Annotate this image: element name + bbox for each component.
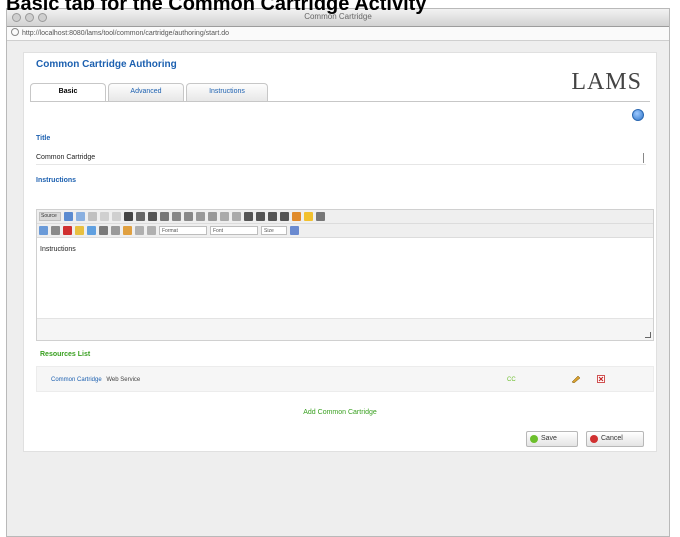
- logo-text: LAMS: [571, 69, 642, 95]
- editor-content-text: Instructions: [40, 246, 76, 253]
- cancel-button-label: Cancel: [601, 435, 623, 442]
- link-icon[interactable]: [39, 226, 48, 235]
- edit-pencil-icon[interactable]: [571, 375, 581, 383]
- address-bar[interactable]: http://localhost:8080/lams/tool/common/c…: [7, 27, 669, 41]
- unlink-icon[interactable]: [51, 226, 60, 235]
- align-center-icon[interactable]: [256, 212, 265, 221]
- title-label: Title: [36, 135, 51, 142]
- format-select[interactable]: Format: [159, 226, 207, 235]
- strikethrough-icon[interactable]: [160, 212, 169, 221]
- cancel-button[interactable]: Cancel: [586, 431, 644, 447]
- url-text[interactable]: http://localhost:8080/lams/tool/common/c…: [22, 30, 229, 37]
- special-char-icon[interactable]: [135, 226, 144, 235]
- outdent-icon[interactable]: [220, 212, 229, 221]
- page-break-icon[interactable]: [147, 226, 156, 235]
- resource-type: Web Service: [106, 377, 141, 383]
- flash-icon[interactable]: [87, 226, 96, 235]
- align-right-icon[interactable]: [268, 212, 277, 221]
- bold-icon[interactable]: [124, 212, 133, 221]
- text-caret: [643, 153, 644, 163]
- redo-icon[interactable]: [112, 212, 121, 221]
- tab-instructions[interactable]: Instructions: [186, 83, 268, 101]
- editor-status-bar: [37, 318, 653, 340]
- tab-basic[interactable]: Basic: [30, 83, 106, 102]
- resource-type-badge: CC: [507, 377, 516, 383]
- indent-icon[interactable]: [232, 212, 241, 221]
- bullet-list-icon[interactable]: [208, 212, 217, 221]
- app-title: Common Cartridge Authoring: [36, 59, 177, 70]
- font-select[interactable]: Font: [210, 226, 258, 235]
- numbered-list-icon[interactable]: [196, 212, 205, 221]
- editor-toolbar-row-2: Format Font Size: [37, 224, 653, 238]
- table-icon[interactable]: [99, 226, 108, 235]
- image-icon[interactable]: [75, 226, 84, 235]
- editor-content-area[interactable]: Instructions: [37, 244, 653, 314]
- resources-section: Resources List Common Cartridge Web Serv…: [36, 349, 654, 399]
- delete-icon[interactable]: [597, 375, 605, 383]
- resource-name[interactable]: Common Cartridge: [51, 377, 102, 383]
- remove-format-icon[interactable]: [316, 212, 325, 221]
- resources-list-label: Resources List: [40, 351, 91, 358]
- background-color-icon[interactable]: [304, 212, 313, 221]
- source-button[interactable]: Source: [39, 212, 61, 221]
- cancel-x-icon: [590, 435, 598, 443]
- rich-text-editor[interactable]: Source Format Font Size Instructions: [36, 209, 654, 341]
- save-button-label: Save: [541, 435, 557, 442]
- tab-advanced[interactable]: Advanced: [108, 83, 184, 101]
- resize-handle-icon[interactable]: [645, 332, 651, 338]
- instructions-label: Instructions: [36, 177, 77, 184]
- smiley-icon[interactable]: [123, 226, 132, 235]
- globe-icon: [11, 28, 19, 36]
- help-icon[interactable]: [632, 109, 644, 121]
- editor-toolbar-row-1: Source: [37, 210, 653, 224]
- save-check-icon: [530, 435, 538, 443]
- lams-logo: LAMS: [571, 69, 642, 96]
- new-page-icon[interactable]: [76, 212, 85, 221]
- size-select[interactable]: Size: [261, 226, 287, 235]
- align-left-icon[interactable]: [244, 212, 253, 221]
- anchor-icon[interactable]: [63, 226, 72, 235]
- save-button[interactable]: Save: [526, 431, 578, 447]
- save-doc-icon[interactable]: [64, 212, 73, 221]
- subscript-icon[interactable]: [172, 212, 181, 221]
- authoring-panel: Common Cartridge Authoring LAMS Basic Ad…: [23, 52, 657, 452]
- title-input[interactable]: Common Cartridge: [36, 151, 646, 165]
- preview-icon[interactable]: [88, 212, 97, 221]
- underline-icon[interactable]: [148, 212, 157, 221]
- superscript-icon[interactable]: [184, 212, 193, 221]
- browser-window: Common Cartridge http://localhost:8080/l…: [6, 8, 670, 537]
- add-common-cartridge-link[interactable]: Add Common Cartridge: [24, 409, 656, 416]
- tab-bar: Basic Advanced Instructions: [30, 83, 270, 102]
- horizontal-rule-icon[interactable]: [111, 226, 120, 235]
- italic-icon[interactable]: [136, 212, 145, 221]
- page-heading: Basic tab for the Common Cartridge Activ…: [6, 0, 427, 15]
- align-justify-icon[interactable]: [280, 212, 289, 221]
- title-value: Common Cartridge: [36, 154, 96, 161]
- page-viewport: Common Cartridge Authoring LAMS Basic Ad…: [7, 42, 669, 536]
- text-color-icon[interactable]: [292, 212, 301, 221]
- maximize-icon[interactable]: [290, 226, 299, 235]
- tab-divider: [30, 101, 650, 102]
- resource-row: Common Cartridge Web Service CC: [36, 366, 654, 392]
- undo-icon[interactable]: [100, 212, 109, 221]
